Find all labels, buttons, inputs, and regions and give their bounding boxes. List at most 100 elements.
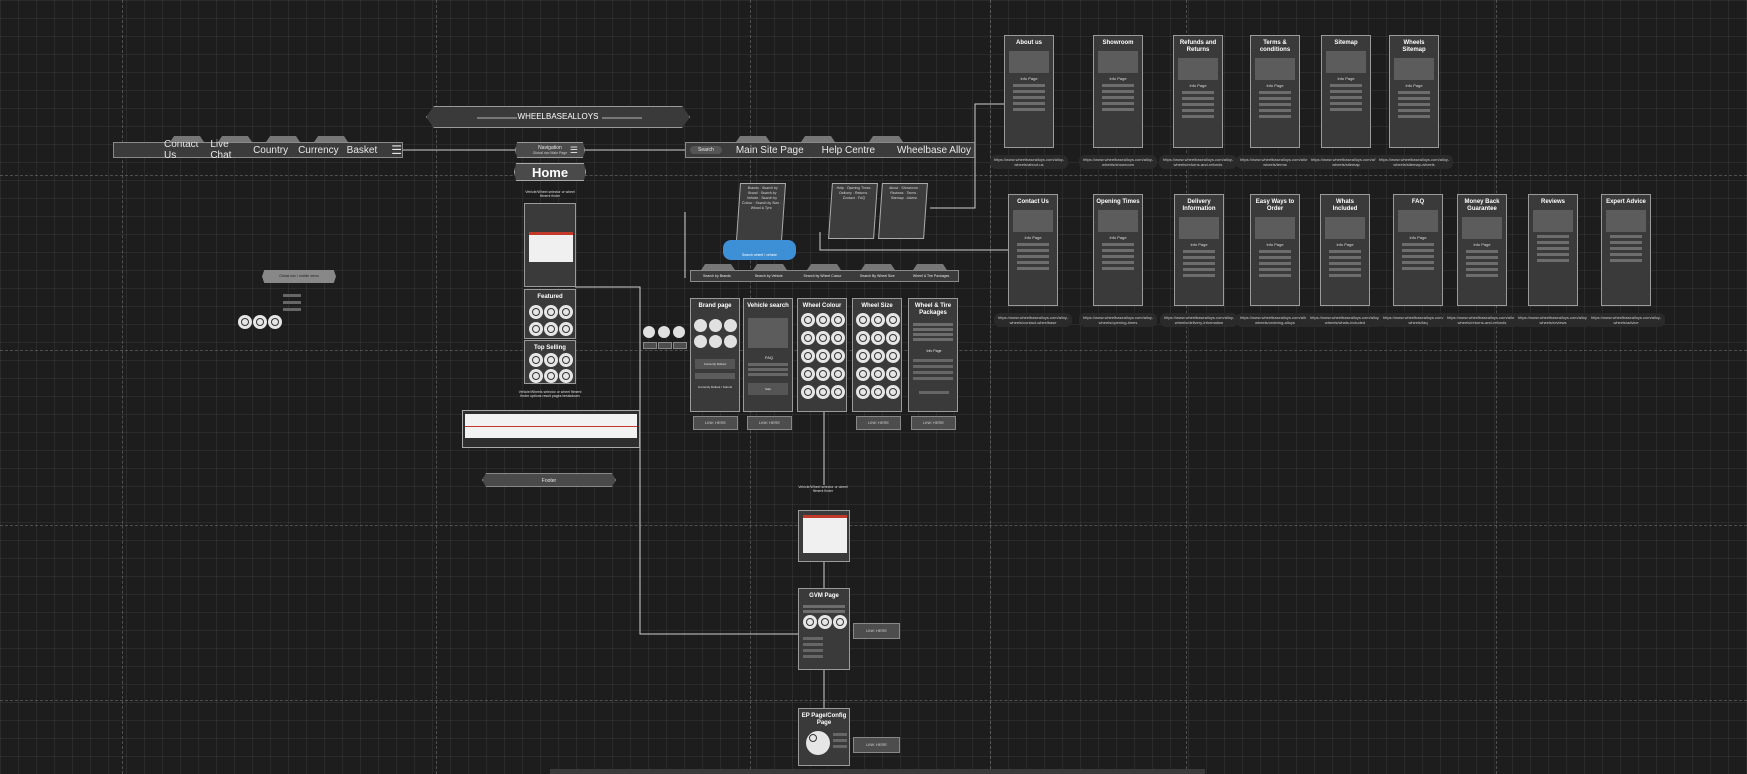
footer-node: Footer: [482, 473, 616, 487]
wheel-size-card: Wheel Size: [852, 298, 902, 412]
basket-link[interactable]: Basket: [347, 145, 378, 156]
wheel-icon: [559, 305, 573, 319]
small-button[interactable]: [643, 342, 657, 349]
info-page-card[interactable]: Sitemap Info Page: [1321, 35, 1371, 148]
info-page-url[interactable]: https://www.wheelbasealloys.com/alloy-wh…: [1375, 155, 1453, 169]
link-here-button[interactable]: LINK HERE: [853, 623, 900, 639]
brand-caption: Currently Rollout: [695, 359, 735, 369]
info-page-url[interactable]: https://www.wheelbasealloys.com/alloy-wh…: [1587, 313, 1665, 327]
link-here-button[interactable]: LINK HERE: [856, 416, 901, 430]
wheel-tire-packages-card: Wheel & Tire Packages Info Page: [908, 298, 958, 412]
info-page-url[interactable]: https://www.wheelbasealloys.com/alloy-wh…: [1443, 313, 1521, 327]
navigation-node[interactable]: Navigation Global nav Main Page ☰: [515, 142, 585, 158]
currency-selector[interactable]: Currency: [298, 145, 339, 156]
info-page-subtitle: Info Page: [1266, 83, 1284, 88]
info-page-banner: [1325, 217, 1365, 239]
horizontal-scrollbar[interactable]: [550, 769, 1205, 774]
link-here-button[interactable]: LINK HERE: [747, 416, 792, 430]
info-page-text-line: [1398, 97, 1430, 100]
contact-us-link[interactable]: Contact Us: [164, 139, 202, 161]
home-bottom-caption: Vehicle/Wheels selector or wheel fitment…: [518, 390, 582, 398]
info-page-subtitle: Info Page: [1190, 242, 1208, 247]
live-chat-link[interactable]: Live Chat: [210, 139, 243, 161]
footer-label: Footer: [541, 478, 557, 484]
info-page-card[interactable]: Refunds and Returns Info Page: [1173, 35, 1223, 148]
info-page-text-line: [1259, 115, 1291, 118]
wheel-colour-card: Wheel Colour: [797, 298, 847, 412]
country-selector[interactable]: Country: [253, 145, 288, 156]
info-page-url[interactable]: https://www.wheelbasealloys.com/alloy-wh…: [990, 155, 1068, 169]
small-button[interactable]: [673, 342, 687, 349]
wheel-icon: [529, 369, 543, 383]
info-page-card[interactable]: Wheels Sitemap Info Page: [1389, 35, 1439, 148]
vehicle-search-card: Vehicle search FAQ Sale: [743, 298, 793, 412]
info-page-url[interactable]: https://www.wheelbasealloys.com/alloy-wh…: [1079, 155, 1157, 169]
info-page-card[interactable]: Delivery Information Info Page: [1174, 194, 1224, 306]
info-page-text-line: [1329, 256, 1361, 259]
gvm-page-card: GVM Page: [798, 588, 850, 670]
info-page-url[interactable]: https://www.wheelbasealloys.com/alloy-wh…: [1236, 155, 1314, 169]
search-tabs-bar: Search by Brands Search by Vehicle Searc…: [690, 264, 959, 282]
info-page-card[interactable]: Contact Us Info Page: [1008, 194, 1058, 306]
wheel-icon: [559, 369, 573, 383]
info-page-card[interactable]: Opening Times Info Page: [1093, 194, 1143, 306]
info-page-card[interactable]: Money Back Guarantee Info Page: [1457, 194, 1507, 306]
tab-search-by-wheel-size[interactable]: Search By Wheel Size: [850, 274, 904, 278]
tab-wheel-tire-packages[interactable]: Wheel & Tire Packages: [904, 274, 958, 278]
wheel-icon: [238, 315, 252, 329]
info-page-title: Easy Ways to Order: [1255, 199, 1295, 212]
left-widget-line: [283, 294, 301, 297]
info-page-url[interactable]: https://www.wheelbasealloys.com/alloy-wh…: [994, 313, 1072, 327]
info-page-url[interactable]: https://www.wheelbasealloys.com/alloy-wh…: [1306, 313, 1384, 327]
search-wheel-button[interactable]: Search wheel / vehicle: [723, 240, 796, 260]
info-page-url[interactable]: https://www.wheelbasealloys.com/alloy-wh…: [1514, 313, 1592, 327]
info-page-banner: [1009, 51, 1049, 73]
info-page-card[interactable]: Expert Advice: [1601, 194, 1651, 306]
help-centre-link[interactable]: Help Centre: [822, 145, 875, 156]
info-page-text-line: [1537, 259, 1569, 262]
link-here-button[interactable]: LINK HERE: [853, 737, 900, 753]
home-header: Home: [514, 163, 586, 181]
info-page-url[interactable]: https://www.wheelbasealloys.com/alloy-wh…: [1159, 155, 1237, 169]
nav-menu-icon: ☰: [569, 145, 578, 155]
note-help-list: Help · Opening Times · Delivery · Return…: [828, 183, 878, 239]
info-page-text-line: [1259, 268, 1291, 271]
hamburger-menu-icon[interactable]: ☰: [391, 143, 402, 157]
info-page-title: Whats Included: [1332, 199, 1358, 212]
info-page-text-line: [1102, 261, 1134, 264]
link-here-button[interactable]: LINK HERE: [693, 416, 738, 430]
info-page-text-line: [1330, 96, 1362, 99]
info-page-url[interactable]: https://www.wheelbasealloys.com/alloy-wh…: [1307, 155, 1385, 169]
info-page-card[interactable]: Easy Ways to Order Info Page: [1250, 194, 1300, 306]
tab-search-by-brands[interactable]: Search by Brands: [691, 274, 743, 278]
wheelbase-alloy-link[interactable]: Wheelbase Alloy: [897, 145, 971, 156]
link-here-button[interactable]: LINK HERE: [911, 416, 956, 430]
info-page-card[interactable]: Reviews: [1528, 194, 1578, 306]
info-page-text-line: [1183, 268, 1215, 271]
wheel-icon: [268, 315, 282, 329]
tab-search-by-vehicle[interactable]: Search by Vehicle: [743, 274, 795, 278]
info-page-text-line: [1183, 256, 1215, 259]
info-page-card[interactable]: FAQ Info Page: [1393, 194, 1443, 306]
main-site-page-link[interactable]: Main Site Page: [736, 145, 804, 156]
tab-search-by-wheel-colour[interactable]: Search by Wheel Colour: [795, 274, 851, 278]
brand-circle: [643, 326, 655, 338]
search-pill[interactable]: Search: [690, 146, 722, 154]
info-page-card[interactable]: Whats Included Info Page: [1320, 194, 1370, 306]
info-page-card[interactable]: Terms & conditions Info Page: [1250, 35, 1300, 148]
info-page-title: Showroom: [1102, 40, 1134, 46]
hero-red-strip: [529, 232, 573, 235]
wheel-colour-title: Wheel Colour: [802, 303, 842, 309]
info-page-url[interactable]: https://www.wheelbasealloys.com/alloy-wh…: [1079, 313, 1157, 327]
info-page-url[interactable]: https://www.wheelbasealloys.com/alloy-wh…: [1160, 313, 1238, 327]
small-button[interactable]: [658, 342, 672, 349]
hero-image: [529, 232, 573, 262]
wheel-icon: [529, 353, 543, 367]
info-page-card[interactable]: Showroom Info Page: [1093, 35, 1143, 148]
info-page-url[interactable]: https://www.wheelbasealloys.com/alloy-wh…: [1236, 313, 1314, 327]
home-hero-frame: [524, 203, 576, 287]
info-page-card[interactable]: About us Info Page: [1004, 35, 1054, 148]
info-page-title: Wheels Sitemap: [1402, 40, 1426, 53]
home-hero-caption: Vehicle/Wheel selector or wheel fitment …: [525, 190, 575, 198]
ep-title: EP Page/Config Page: [801, 713, 847, 726]
